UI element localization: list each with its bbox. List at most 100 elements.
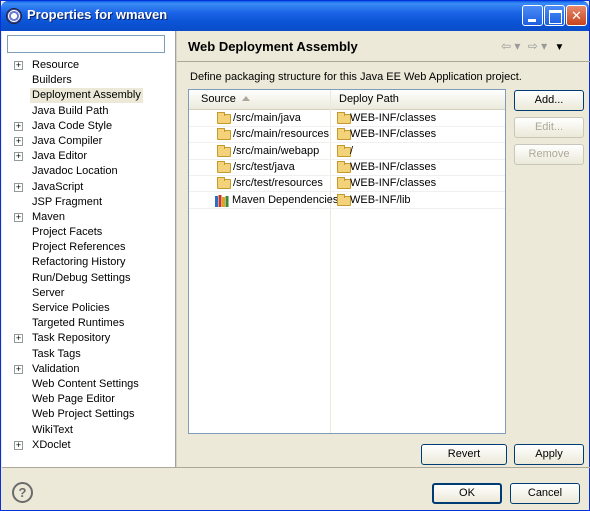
cancel-button[interactable]: Cancel xyxy=(510,483,580,504)
page-nav: ⇦ ▾ ⇨ ▾ ▼ xyxy=(501,39,568,53)
window-title: Properties for wmaven xyxy=(27,7,168,22)
expand-icon[interactable]: + xyxy=(14,212,23,222)
expand-icon[interactable]: + xyxy=(14,121,23,131)
separator xyxy=(177,61,590,62)
folder-icon xyxy=(337,128,351,141)
expand-icon[interactable]: + xyxy=(14,61,23,70)
sidebar-item[interactable]: + Java Code Style xyxy=(2,119,175,134)
forward-arrow-icon[interactable]: ⇨ ▾ xyxy=(528,39,547,53)
view-menu-icon[interactable]: ▼ xyxy=(555,42,565,53)
sidebar-item[interactable]: Java Build Path xyxy=(2,104,175,119)
column-header-source[interactable]: Source xyxy=(201,93,236,105)
sidebar-item-label: Server xyxy=(32,286,65,299)
sidebar-item[interactable]: Run/Debug Settings xyxy=(2,271,175,286)
deploy-path-cell: WEB-INF/classes xyxy=(350,112,437,124)
sidebar-item[interactable]: Web Project Settings xyxy=(2,407,175,422)
maximize-icon[interactable] xyxy=(544,5,565,26)
sidebar-item[interactable]: Javadoc Location xyxy=(2,164,175,179)
add-button[interactable]: Add... xyxy=(514,90,584,111)
table-row[interactable]: /src/main/webapp / xyxy=(189,144,505,160)
close-icon[interactable]: ✕ xyxy=(566,5,587,26)
folder-icon xyxy=(217,177,231,190)
sidebar-item[interactable]: WikiText xyxy=(2,423,175,438)
sidebar-item-label: Project References xyxy=(32,241,126,254)
sidebar-item[interactable]: + Validation xyxy=(2,362,175,377)
sidebar-item[interactable]: Task Tags xyxy=(2,347,175,362)
table-row[interactable]: /src/main/java WEB-INF/classes xyxy=(189,111,505,127)
table-row[interactable]: /src/main/resources WEB-INF/classes xyxy=(189,127,505,144)
expand-icon[interactable]: + xyxy=(14,334,23,344)
folder-icon xyxy=(217,112,231,124)
sidebar-item[interactable]: + Resource xyxy=(2,58,175,73)
sidebar-item[interactable]: Project Facets xyxy=(2,225,175,240)
source-cell: /src/main/webapp xyxy=(233,144,320,157)
sidebar-item-label: Java Code Style xyxy=(32,119,113,132)
sidebar-item[interactable]: + JavaScript xyxy=(2,180,175,195)
minimize-icon[interactable] xyxy=(522,5,543,26)
sidebar-item-label: Service Policies xyxy=(32,302,110,314)
sidebar-item-label: Java Editor xyxy=(32,150,88,163)
sidebar-item-label: XDoclet xyxy=(32,438,71,451)
deploy-path-cell: / xyxy=(350,144,354,157)
table-row[interactable]: /src/test/resources WEB-INF/classes xyxy=(189,176,505,193)
source-cell: /src/main/resources xyxy=(233,128,329,141)
sidebar-item[interactable]: Targeted Runtimes xyxy=(2,316,175,331)
sidebar-item[interactable]: Deployment Assembly xyxy=(2,88,175,104)
deploy-path-cell: WEB-INF/classes xyxy=(350,177,437,190)
library-icon xyxy=(215,194,229,207)
sidebar-item[interactable]: Server xyxy=(2,286,175,301)
sidebar-item[interactable]: JSP Fragment xyxy=(2,195,175,210)
folder-icon xyxy=(337,177,351,190)
expand-icon[interactable]: + xyxy=(14,364,23,374)
expand-icon[interactable]: + xyxy=(14,152,23,162)
title-bar[interactable]: Properties for wmaven ✕ xyxy=(1,1,589,31)
folder-icon xyxy=(217,160,231,173)
sidebar-item-label: Validation xyxy=(32,362,80,375)
sidebar-item-label: Java Build Path xyxy=(32,104,109,117)
table-row[interactable]: Maven Dependencies WEB-INF/lib xyxy=(189,193,505,209)
table-header: Source Deploy Path xyxy=(189,90,505,110)
source-cell: /src/test/java xyxy=(233,160,295,173)
sidebar-item-label: Refactoring History xyxy=(32,256,126,269)
folder-icon xyxy=(337,193,351,206)
assembly-table[interactable]: Source Deploy Path /src/main/java WEB-INF… xyxy=(188,89,506,434)
folder-icon xyxy=(337,160,351,173)
revert-button[interactable]: Revert xyxy=(421,444,507,465)
sidebar-item-label: Builders xyxy=(32,74,72,87)
sidebar-item-label: Task Repository xyxy=(32,332,111,345)
expand-icon[interactable]: + xyxy=(14,440,23,450)
sidebar: + Resource Builders Deployment Assembly Java… xyxy=(2,31,175,467)
back-arrow-icon[interactable]: ⇦ ▾ xyxy=(501,39,520,53)
folder-icon xyxy=(217,128,231,141)
ok-button[interactable]: OK xyxy=(432,483,502,504)
remove-button[interactable]: Remove xyxy=(514,144,584,165)
column-header-deploy-path[interactable]: Deploy Path xyxy=(339,93,399,105)
sidebar-item[interactable]: + Maven xyxy=(2,210,175,225)
sash[interactable] xyxy=(175,31,177,467)
sidebar-item[interactable]: Web Page Editor xyxy=(2,392,175,407)
expand-icon[interactable]: + xyxy=(14,136,23,146)
sidebar-item[interactable]: Web Content Settings xyxy=(2,377,175,392)
sidebar-item[interactable]: Service Policies xyxy=(2,301,175,316)
folder-icon xyxy=(337,144,351,157)
properties-dialog: Properties for wmaven ✕ + Resource Builder… xyxy=(0,0,590,511)
sidebar-item-label: JSP Fragment xyxy=(32,195,103,208)
sidebar-item-label: Project Facets xyxy=(32,226,103,239)
help-icon[interactable]: ? xyxy=(12,482,33,503)
sidebar-item-label: Web Project Settings xyxy=(32,408,135,421)
sidebar-item[interactable]: + Task Repository xyxy=(2,331,175,346)
sidebar-item[interactable]: Builders xyxy=(2,73,175,88)
sidebar-item[interactable]: + Java Editor xyxy=(2,149,175,164)
sidebar-item[interactable]: Project References xyxy=(2,240,175,255)
sidebar-item[interactable]: + XDoclet xyxy=(2,438,175,453)
source-cell: /src/test/resources xyxy=(233,177,323,190)
edit-button[interactable]: Edit... xyxy=(514,117,584,138)
sidebar-item-label: Deployment Assembly xyxy=(30,88,143,104)
table-row[interactable]: /src/test/java WEB-INF/classes xyxy=(189,160,505,176)
expand-icon[interactable]: + xyxy=(14,182,23,192)
sidebar-item-label: Maven xyxy=(32,210,66,223)
sidebar-item[interactable]: + Java Compiler xyxy=(2,134,175,149)
filter-input[interactable] xyxy=(7,35,165,53)
apply-button[interactable]: Apply xyxy=(514,444,584,465)
sidebar-item[interactable]: Refactoring History xyxy=(2,255,175,270)
